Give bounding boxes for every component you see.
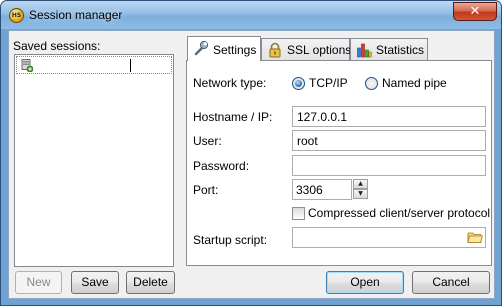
named-pipe-radio-label[interactable]: Named pipe	[382, 76, 447, 90]
session-manager-window: HS Session manager ✕ Saved sessions: New	[0, 0, 502, 306]
tcpip-radio-label[interactable]: TCP/IP	[309, 76, 348, 90]
saved-sessions-list[interactable]	[14, 54, 174, 267]
text-caret	[130, 59, 131, 72]
tcpip-radio[interactable]	[292, 77, 305, 90]
named-pipe-radio[interactable]	[365, 77, 378, 90]
startup-script-input[interactable]	[292, 227, 486, 248]
network-type-label: Network type:	[193, 76, 267, 90]
tab-statistics-label: Statistics	[376, 43, 425, 57]
port-label: Port:	[193, 183, 219, 197]
saved-sessions-label: Saved sessions:	[13, 39, 101, 53]
server-add-icon	[21, 59, 33, 72]
save-button[interactable]: Save	[71, 271, 119, 294]
app-icon: HS	[9, 8, 24, 23]
wrench-icon	[194, 40, 209, 56]
tab-settings-label: Settings	[213, 43, 257, 57]
folder-open-icon[interactable]	[467, 229, 483, 245]
compressed-protocol-label[interactable]: Compressed client/server protocol	[308, 206, 490, 220]
startup-script-label: Startup script:	[193, 233, 268, 247]
cancel-button[interactable]: Cancel	[412, 271, 490, 294]
open-button[interactable]: Open	[326, 271, 404, 294]
password-input[interactable]	[292, 155, 486, 176]
title-bar[interactable]: HS Session manager ✕	[1, 1, 501, 29]
session-name-input[interactable]	[37, 57, 169, 73]
delete-button[interactable]: Delete	[126, 271, 175, 294]
window-title: Session manager	[29, 8, 123, 22]
tab-ssl-options-label: SSL options	[287, 43, 352, 57]
port-increment-button[interactable]: ▲	[353, 179, 368, 189]
compressed-protocol-checkbox[interactable]	[292, 207, 305, 220]
hostname-input[interactable]	[292, 106, 486, 127]
settings-panel: Network type: TCP/IP Named pipe Hostname…	[186, 60, 492, 266]
close-button[interactable]: ✕	[453, 2, 497, 21]
session-list-item[interactable]	[16, 56, 172, 74]
hostname-label: Hostname / IP:	[193, 110, 273, 124]
user-label: User:	[193, 134, 222, 148]
bar-chart-icon	[357, 43, 372, 58]
port-decrement-button[interactable]: ▼	[353, 189, 368, 199]
tab-ssl-options[interactable]: SSL options	[261, 38, 352, 60]
password-label: Password:	[193, 159, 250, 173]
tab-statistics[interactable]: Statistics	[350, 38, 428, 60]
tab-settings[interactable]: Settings	[187, 36, 261, 61]
new-button[interactable]: New	[15, 271, 62, 294]
user-input[interactable]	[292, 130, 486, 151]
port-input[interactable]	[292, 179, 352, 200]
window-client-area: Saved sessions: New Save Delete Settings…	[8, 30, 495, 299]
lock-icon	[269, 42, 281, 58]
